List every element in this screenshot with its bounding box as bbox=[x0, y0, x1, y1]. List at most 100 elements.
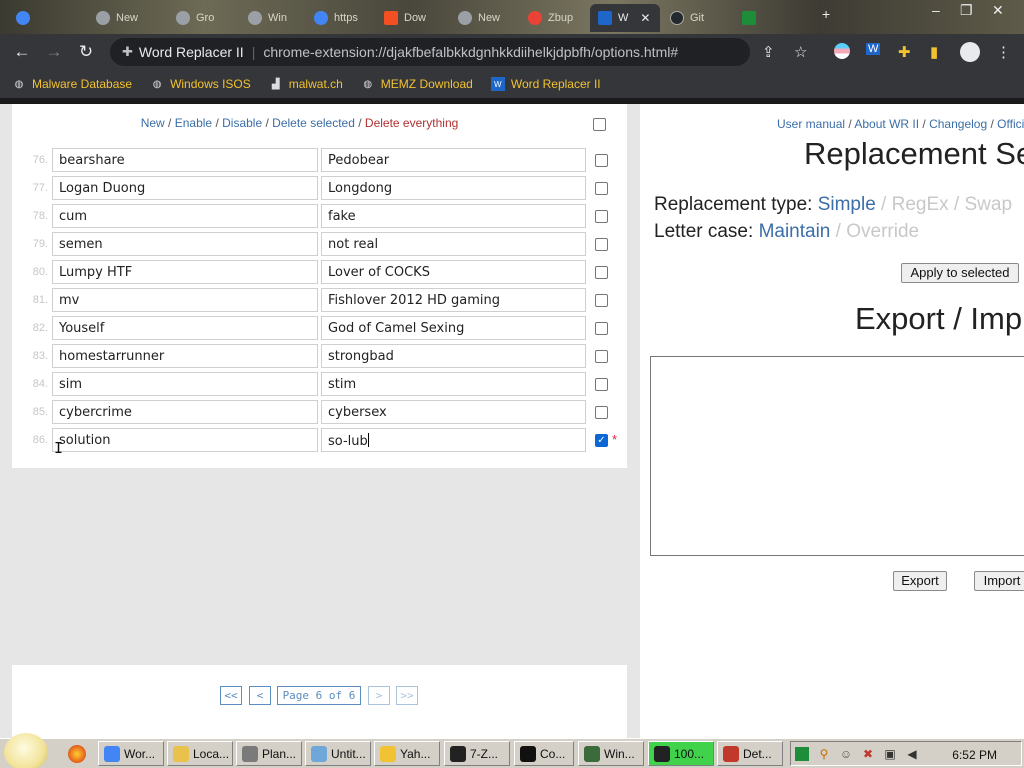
side-panel-icon[interactable]: ▮ bbox=[930, 43, 938, 61]
replace-input[interactable]: cybersex bbox=[321, 400, 586, 424]
smiley-icon[interactable]: ☺ bbox=[839, 747, 853, 761]
replace-input[interactable]: strongbad bbox=[321, 344, 586, 368]
taskbar-item[interactable]: Co... bbox=[514, 741, 574, 766]
new-link[interactable]: New bbox=[141, 116, 165, 130]
row-checkbox[interactable] bbox=[595, 294, 608, 307]
bookmark-malware-database[interactable]: ◍ Malware Database bbox=[12, 77, 132, 91]
taskbar-item[interactable]: Win... bbox=[578, 741, 644, 766]
row-checkbox[interactable] bbox=[595, 210, 608, 223]
close-window-button[interactable]: ✕ bbox=[992, 2, 1004, 19]
row-checkbox[interactable] bbox=[595, 182, 608, 195]
tab-https[interactable]: https bbox=[306, 4, 376, 32]
find-input[interactable]: bearshare bbox=[52, 148, 318, 172]
replace-input[interactable]: Longdong bbox=[321, 176, 586, 200]
bookmark-memz-download[interactable]: ◍ MEMZ Download bbox=[361, 77, 472, 91]
replace-input[interactable]: not real bbox=[321, 232, 586, 256]
export-import-textarea[interactable] bbox=[650, 356, 1024, 556]
type-regex-link[interactable]: RegEx bbox=[892, 194, 949, 215]
tab-gro[interactable]: Gro bbox=[168, 4, 240, 32]
find-input[interactable]: sim bbox=[52, 372, 318, 396]
bookmark-word-replacer[interactable]: W Word Replacer II bbox=[490, 77, 601, 91]
first-page-button[interactable]: << bbox=[220, 686, 242, 705]
extensions-icon[interactable]: ✚ bbox=[898, 43, 911, 61]
find-input[interactable]: Youself bbox=[52, 316, 318, 340]
row-checkbox[interactable] bbox=[595, 238, 608, 251]
find-input[interactable]: homestarrunner bbox=[52, 344, 318, 368]
taskbar-item[interactable]: 7-Z... bbox=[444, 741, 510, 766]
official-link[interactable]: Offici bbox=[997, 117, 1024, 131]
avatar-icon[interactable] bbox=[960, 42, 980, 62]
row-checkbox[interactable] bbox=[595, 378, 608, 391]
tab-google[interactable] bbox=[8, 4, 44, 32]
delete-everything-link[interactable]: Delete everything bbox=[365, 116, 458, 130]
replace-input[interactable]: Lover of COCKS bbox=[321, 260, 586, 284]
last-page-button[interactable]: >> bbox=[396, 686, 418, 705]
share-icon[interactable]: ⇪ bbox=[762, 43, 775, 61]
tab-dow[interactable]: Dow bbox=[376, 4, 450, 32]
replace-input[interactable]: God of Camel Sexing bbox=[321, 316, 586, 340]
taskbar-item[interactable]: Loca... bbox=[167, 741, 233, 766]
export-button[interactable]: Export bbox=[893, 571, 947, 591]
taskbar-item[interactable]: Yah... bbox=[374, 741, 440, 766]
restore-button[interactable]: ❐ bbox=[960, 2, 973, 19]
wr-extension-icon[interactable]: W bbox=[866, 43, 881, 55]
network-error-icon[interactable]: ✖ bbox=[861, 747, 875, 761]
changelog-link[interactable]: Changelog bbox=[929, 117, 987, 131]
row-checkbox[interactable] bbox=[595, 322, 608, 335]
replace-input[interactable]: Fishlover 2012 HD gaming bbox=[321, 288, 586, 312]
type-simple-link[interactable]: Simple bbox=[818, 194, 876, 215]
taskbar-item[interactable]: Plan... bbox=[236, 741, 302, 766]
enable-link[interactable]: Enable bbox=[175, 116, 212, 130]
replace-input[interactable]: stim bbox=[321, 372, 586, 396]
replace-input[interactable]: fake bbox=[321, 204, 586, 228]
case-override-link[interactable]: Override bbox=[846, 221, 919, 242]
menu-icon[interactable]: ⋮ bbox=[996, 43, 1011, 61]
find-input[interactable]: cybercrime bbox=[52, 400, 318, 424]
prev-page-button[interactable]: < bbox=[249, 686, 271, 705]
replace-input[interactable]: so-lub bbox=[321, 428, 586, 452]
next-page-button[interactable]: > bbox=[368, 686, 390, 705]
row-checkbox[interactable] bbox=[595, 154, 608, 167]
taskbar-item[interactable]: Untit... bbox=[305, 741, 371, 766]
replace-input[interactable]: Pedobear bbox=[321, 148, 586, 172]
tab-win[interactable]: Win bbox=[240, 4, 306, 32]
firefox-icon[interactable] bbox=[68, 745, 86, 763]
volume-icon[interactable]: ◀ bbox=[905, 747, 919, 761]
tab-new-2[interactable]: New bbox=[450, 4, 520, 32]
address-bar[interactable]: ✚ Word Replacer II | chrome-extension://… bbox=[110, 38, 750, 66]
tab-new-1[interactable]: New bbox=[88, 4, 168, 32]
bookmark-star-icon[interactable]: ☆ bbox=[794, 43, 807, 61]
case-maintain-link[interactable]: Maintain bbox=[759, 221, 831, 242]
close-icon[interactable]: ✕ bbox=[640, 11, 650, 25]
start-button[interactable] bbox=[4, 733, 48, 768]
tab-zbup[interactable]: Zbup bbox=[520, 4, 590, 32]
row-checkbox[interactable] bbox=[595, 266, 608, 279]
bookmark-windows-isos[interactable]: ◍ Windows ISOS bbox=[150, 77, 251, 91]
find-input[interactable]: Lumpy HTF bbox=[52, 260, 318, 284]
tab-word-replacer[interactable]: W ✕ bbox=[590, 4, 660, 32]
search-icon[interactable]: ⚲ bbox=[817, 747, 831, 761]
taskbar-item[interactable]: 100... bbox=[648, 741, 714, 766]
row-checkbox[interactable] bbox=[595, 350, 608, 363]
new-tab-button[interactable]: + bbox=[822, 6, 830, 22]
disable-link[interactable]: Disable bbox=[222, 116, 262, 130]
forward-icon[interactable]: → bbox=[38, 42, 70, 62]
taskbar-item[interactable]: Wor... bbox=[98, 741, 164, 766]
find-input[interactable]: Logan Duong bbox=[52, 176, 318, 200]
about-link[interactable]: About WR II bbox=[854, 117, 919, 131]
find-input[interactable]: cum bbox=[52, 204, 318, 228]
user-manual-link[interactable]: User manual bbox=[777, 117, 845, 131]
row-checkbox[interactable] bbox=[595, 406, 608, 419]
bookmark-malwatch[interactable]: ▟ malwat.ch bbox=[269, 77, 343, 91]
monitor-icon[interactable]: ▣ bbox=[883, 747, 897, 761]
find-input[interactable]: semen bbox=[52, 232, 318, 256]
reload-icon[interactable]: ↻ bbox=[70, 42, 102, 62]
delete-selected-link[interactable]: Delete selected bbox=[272, 116, 355, 130]
app-tray-icon[interactable] bbox=[795, 747, 809, 761]
profile-flag-icon[interactable] bbox=[834, 43, 850, 59]
back-icon[interactable]: ← bbox=[6, 42, 38, 62]
import-button[interactable]: Import bbox=[974, 571, 1024, 591]
minimize-button[interactable]: – bbox=[932, 2, 940, 18]
taskbar-item[interactable]: Det... bbox=[717, 741, 783, 766]
type-swap-link[interactable]: Swap bbox=[965, 194, 1013, 215]
